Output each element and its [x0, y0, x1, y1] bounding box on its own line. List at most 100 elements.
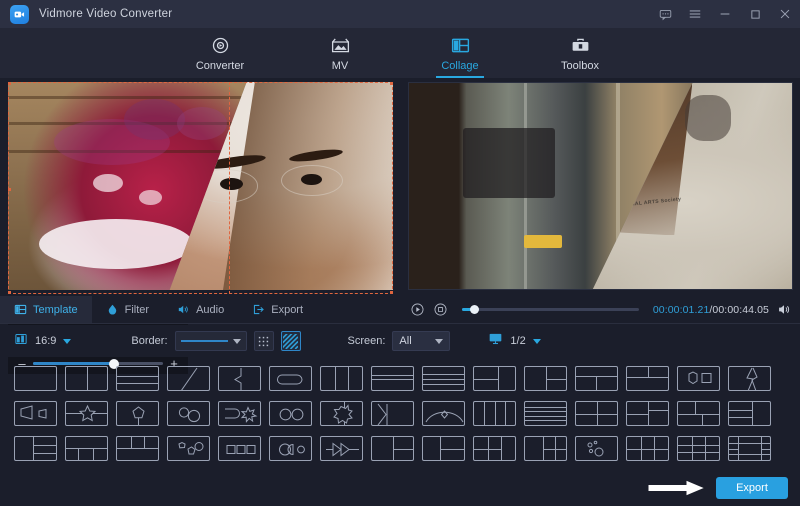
template-item[interactable] [214, 396, 265, 431]
template-item[interactable] [10, 361, 61, 396]
tab-label-filter: Filter [125, 304, 149, 316]
nav-item-mv[interactable]: MV [300, 28, 380, 78]
template-item[interactable] [724, 396, 775, 431]
volume-icon[interactable] [777, 302, 792, 317]
template-item[interactable] [418, 396, 469, 431]
aspect-ratio-value: 16:9 [35, 335, 56, 347]
tab-template[interactable]: Template [0, 296, 92, 323]
template-item[interactable] [316, 396, 367, 431]
aspect-ratio-control[interactable]: 16:9 [14, 332, 71, 351]
template-item[interactable] [622, 431, 673, 466]
template-item[interactable] [622, 361, 673, 396]
template-item[interactable] [571, 396, 622, 431]
nav-item-collage[interactable]: Collage [420, 28, 500, 78]
nav-item-toolbox[interactable]: Toolbox [540, 28, 620, 78]
template-item[interactable] [163, 361, 214, 396]
player-controls: 00:00:01.21/00:00:44.05 [400, 296, 800, 323]
nav-label-toolbox: Toolbox [561, 60, 599, 72]
template-item[interactable] [520, 361, 571, 396]
dotted-pattern-icon[interactable] [254, 331, 274, 351]
timecode: 00:00:01.21/00:00:44.05 [653, 304, 769, 316]
template-item[interactable] [673, 431, 724, 466]
template-item[interactable] [112, 431, 163, 466]
convert-circle-icon [210, 35, 231, 57]
template-item[interactable] [469, 396, 520, 431]
seek-bar[interactable] [462, 308, 639, 311]
template-item[interactable] [469, 431, 520, 466]
template-item[interactable] [571, 431, 622, 466]
template-item[interactable] [367, 396, 418, 431]
preview-canvas[interactable]: INDUSTRIAL ARTS Society [408, 82, 793, 290]
template-item[interactable] [673, 361, 724, 396]
export-button[interactable]: Export [716, 477, 788, 499]
template-item[interactable] [112, 396, 163, 431]
template-item[interactable] [61, 431, 112, 466]
template-item[interactable] [316, 431, 367, 466]
nav-label-mv: MV [332, 60, 349, 72]
tabs-and-player-row: Template Filter Audio [0, 296, 800, 324]
template-item[interactable] [367, 361, 418, 396]
chevron-down-icon[interactable] [63, 339, 71, 344]
video-camera-icon [10, 5, 29, 24]
screen-control: Screen: All [348, 331, 451, 351]
striped-pattern-icon[interactable] [281, 331, 301, 351]
template-item[interactable] [214, 431, 265, 466]
app-window: Vidmore Video Converter [0, 0, 800, 506]
hamburger-menu-icon[interactable] [680, 0, 710, 28]
template-item[interactable] [163, 431, 214, 466]
tab-filter[interactable]: Filter [92, 296, 163, 323]
template-item[interactable] [571, 361, 622, 396]
window-controls [650, 0, 800, 28]
title-bar: Vidmore Video Converter [0, 0, 800, 28]
speech-bubble-icon[interactable] [650, 0, 680, 28]
template-item[interactable] [622, 396, 673, 431]
play-circle-icon[interactable] [410, 302, 425, 317]
template-item[interactable] [418, 431, 469, 466]
template-item[interactable] [316, 361, 367, 396]
close-icon[interactable] [770, 0, 800, 28]
template-item[interactable] [724, 431, 775, 466]
template-item[interactable] [418, 361, 469, 396]
page-value: 1/2 [510, 335, 525, 347]
border-label: Border: [131, 335, 167, 347]
maximize-icon[interactable] [740, 0, 770, 28]
template-item[interactable] [112, 361, 163, 396]
border-style-select[interactable] [175, 331, 247, 351]
template-item[interactable] [214, 361, 265, 396]
tab-audio[interactable]: Audio [163, 296, 238, 323]
minimize-icon[interactable] [710, 0, 740, 28]
template-item[interactable] [520, 396, 571, 431]
nav-item-converter[interactable]: Converter [180, 28, 260, 78]
template-item[interactable] [61, 396, 112, 431]
page-control[interactable]: 1/2 [488, 331, 540, 351]
template-item[interactable] [724, 361, 775, 396]
editor-tabs: Template Filter Audio [0, 296, 400, 323]
template-item[interactable] [265, 396, 316, 431]
template-item[interactable] [469, 361, 520, 396]
footer-bar: Export [0, 470, 800, 506]
template-item[interactable] [10, 396, 61, 431]
screen-select[interactable]: All [392, 331, 450, 351]
nav-label-collage: Collage [441, 60, 478, 72]
chevron-down-icon[interactable] [533, 339, 541, 344]
template-item[interactable] [367, 431, 418, 466]
template-layout-icon [14, 303, 27, 316]
template-item[interactable] [61, 361, 112, 396]
template-grid [0, 357, 800, 470]
template-item[interactable] [265, 361, 316, 396]
stop-circle-icon[interactable] [433, 302, 448, 317]
seek-knob[interactable] [470, 305, 479, 314]
chevron-down-icon[interactable] [233, 339, 241, 344]
chevron-down-icon[interactable] [435, 339, 443, 344]
screen-value: All [399, 335, 411, 347]
screen-label: Screen: [348, 335, 386, 347]
template-item[interactable] [265, 431, 316, 466]
template-item[interactable] [10, 431, 61, 466]
template-item[interactable] [673, 396, 724, 431]
collage-edit-canvas[interactable] [8, 82, 393, 290]
preview-stage: – + INDUSTRIAL ARTS Society [0, 78, 800, 296]
selection-split-guide[interactable] [229, 82, 230, 294]
tab-export[interactable]: Export [238, 296, 317, 323]
template-item[interactable] [163, 396, 214, 431]
template-item[interactable] [520, 431, 571, 466]
